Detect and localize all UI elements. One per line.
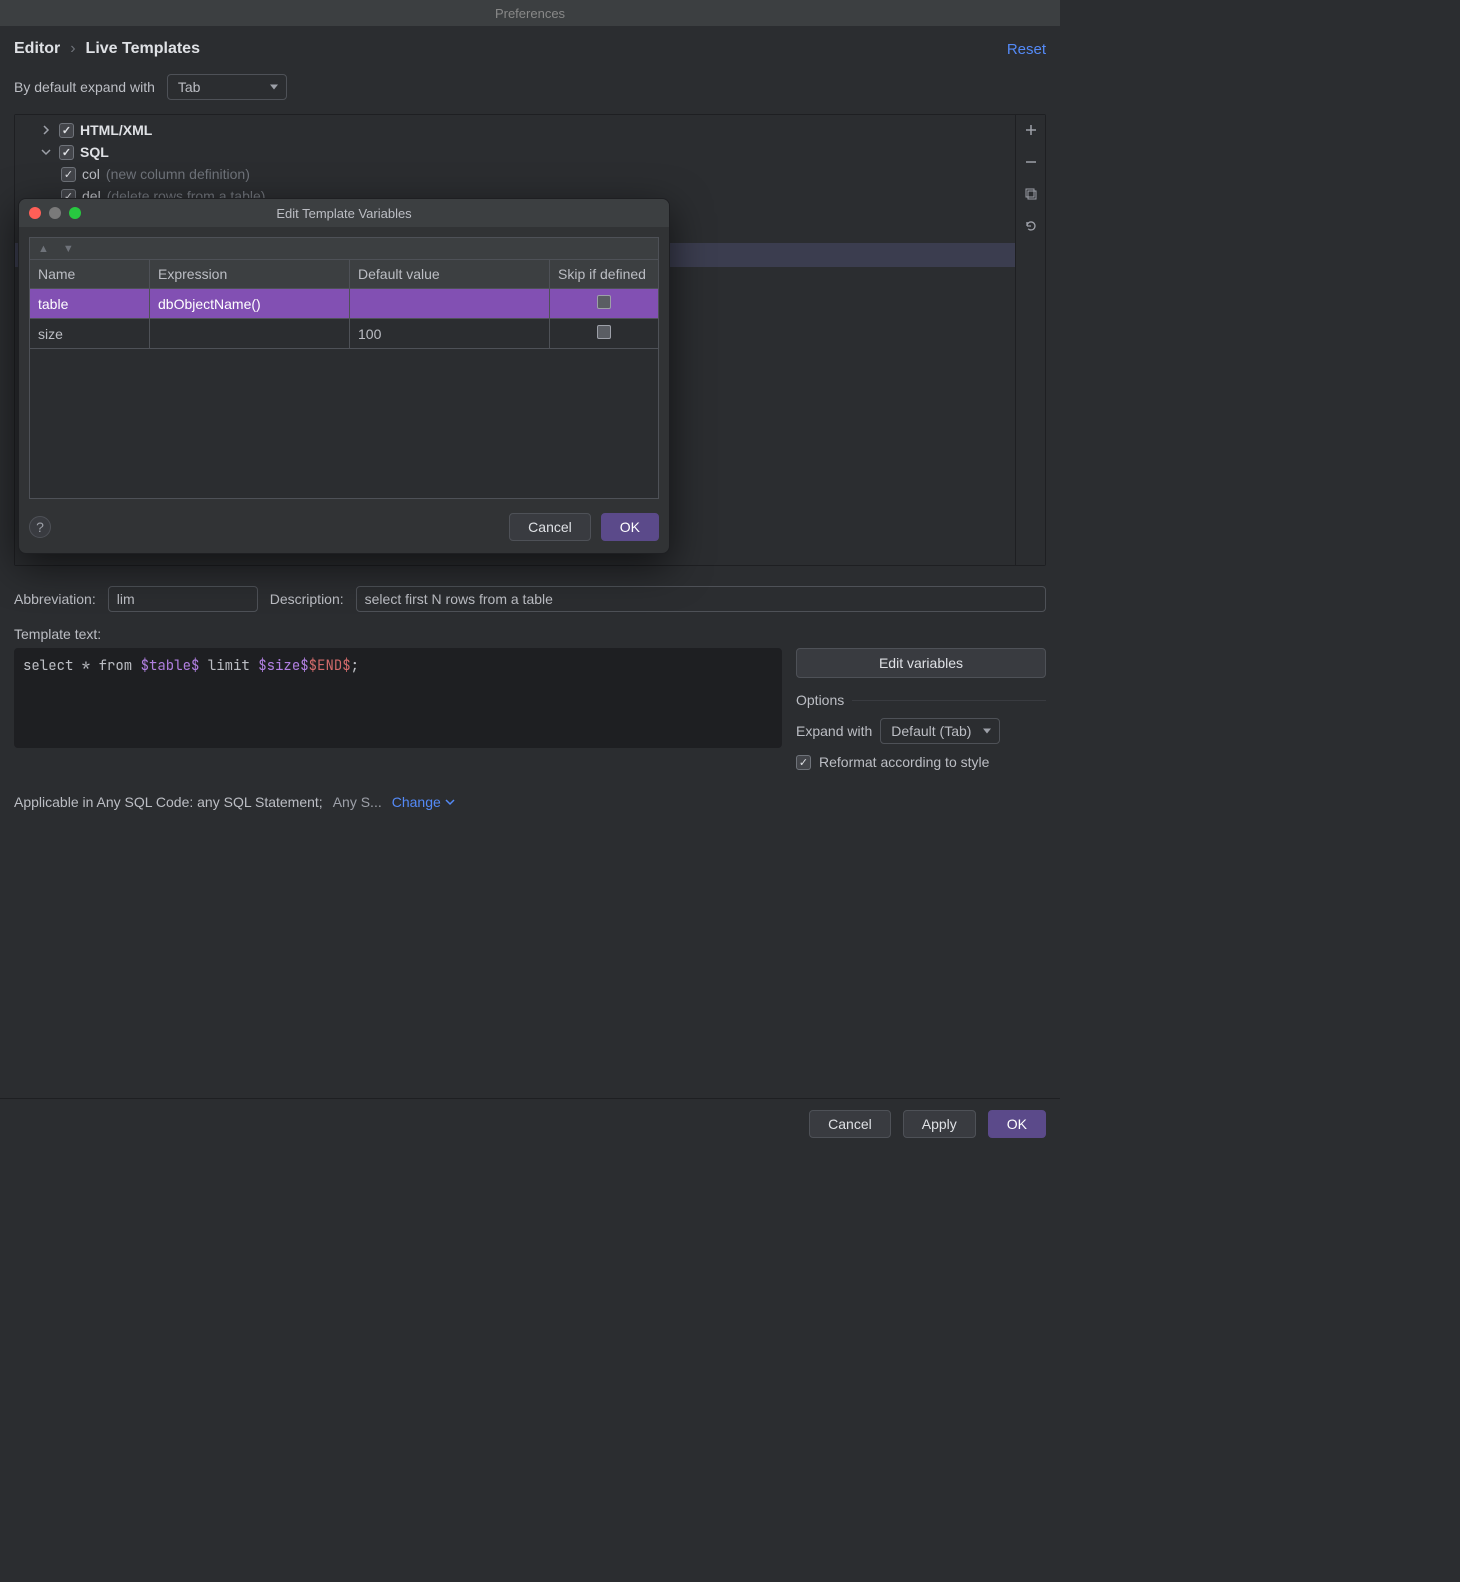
change-label: Change: [392, 794, 441, 810]
edit-variables-button[interactable]: Edit variables: [796, 648, 1046, 678]
abbreviation-label: Abbreviation:: [14, 591, 96, 607]
table-empty-area: [29, 349, 659, 499]
expand-with-opt-label: Expand with: [796, 723, 872, 739]
chevron-down-icon: [445, 797, 455, 807]
checkbox-html-group[interactable]: [59, 123, 74, 138]
description-value: select first N rows from a table: [365, 591, 553, 607]
breadcrumb-editor[interactable]: Editor: [14, 40, 60, 58]
vars-reorder-toolbar: ▲ ▼: [29, 237, 659, 259]
cancel-button[interactable]: Cancel: [809, 1110, 891, 1138]
modal-title-bar[interactable]: Edit Template Variables: [19, 199, 669, 227]
modal-title: Edit Template Variables: [19, 206, 669, 221]
expand-with-option-select[interactable]: Default (Tab): [880, 718, 1000, 744]
chevron-right-icon: ›: [70, 40, 75, 58]
minimize-window-icon[interactable]: [49, 207, 61, 219]
options-title-text: Options: [796, 692, 844, 708]
tree-item-col[interactable]: col (new column definition): [15, 163, 1015, 185]
close-window-icon[interactable]: [29, 207, 41, 219]
abbreviation-value: lim: [117, 591, 135, 607]
tree-group-html[interactable]: HTML/XML: [15, 119, 1015, 141]
expand-with-select[interactable]: Tab: [167, 74, 287, 100]
reformat-label: Reformat according to style: [819, 754, 989, 770]
chevron-down-icon: [39, 145, 53, 159]
zoom-window-icon[interactable]: [69, 207, 81, 219]
remove-template-button[interactable]: [1022, 153, 1040, 171]
options-title: Options: [796, 692, 1046, 708]
tt-pre: select * from: [23, 657, 141, 675]
template-text-label: Template text:: [14, 626, 1046, 642]
reformat-checkbox[interactable]: [796, 755, 811, 770]
skip-checkbox[interactable]: [597, 325, 611, 339]
tree-group-sql[interactable]: SQL: [15, 141, 1015, 163]
reset-link[interactable]: Reset: [1007, 41, 1046, 58]
breadcrumb-live-templates: Live Templates: [86, 40, 200, 58]
template-text-editor[interactable]: select * from $table$ limit $size$$END$;: [14, 648, 782, 748]
edit-template-variables-dialog: Edit Template Variables ▲ ▼ Name Express…: [18, 198, 670, 554]
copy-template-button[interactable]: [1022, 185, 1040, 203]
applicable-more: Any S...: [333, 794, 382, 810]
checkbox-col[interactable]: [61, 167, 76, 182]
apply-button[interactable]: Apply: [903, 1110, 976, 1138]
table-row[interactable]: table dbObjectName(): [30, 289, 659, 319]
ok-button[interactable]: OK: [988, 1110, 1046, 1138]
table-row[interactable]: size 100: [30, 319, 659, 349]
add-template-button[interactable]: [1022, 121, 1040, 139]
breadcrumb: Editor › Live Templates: [14, 40, 200, 58]
tree-side-toolbar: [1015, 115, 1045, 565]
cell-skip[interactable]: [550, 289, 659, 319]
chevron-right-icon: [39, 123, 53, 137]
cell-name[interactable]: size: [30, 319, 150, 349]
tt-end: $END$: [309, 657, 351, 675]
tree-item-desc: (new column definition): [106, 166, 250, 182]
move-up-icon[interactable]: ▲: [38, 243, 49, 255]
tree-group-label: HTML/XML: [80, 122, 152, 138]
window-title: Preferences: [495, 6, 565, 21]
revert-template-button[interactable]: [1022, 217, 1040, 235]
tt-var2: $size$: [258, 657, 308, 675]
cell-expression[interactable]: dbObjectName(): [150, 289, 350, 319]
applicable-prefix: Applicable in Any SQL Code: any SQL Stat…: [14, 794, 323, 810]
modal-ok-button[interactable]: OK: [601, 513, 659, 541]
cell-expression[interactable]: [150, 319, 350, 349]
description-input[interactable]: select first N rows from a table: [356, 586, 1046, 612]
window-title-bar: Preferences: [0, 0, 1060, 26]
help-button[interactable]: ?: [29, 516, 51, 538]
table-header-row: Name Expression Default value Skip if de…: [30, 260, 659, 289]
skip-checkbox[interactable]: [597, 295, 611, 309]
abbreviation-input[interactable]: lim: [108, 586, 258, 612]
move-down-icon[interactable]: ▼: [63, 243, 74, 255]
change-applicability-link[interactable]: Change: [392, 794, 455, 810]
cell-skip[interactable]: [550, 319, 659, 349]
tree-item-abbr: col: [82, 166, 100, 182]
expand-with-opt-value: Default (Tab): [891, 723, 971, 739]
cell-default[interactable]: 100: [350, 319, 550, 349]
modal-cancel-button[interactable]: Cancel: [509, 513, 591, 541]
expand-with-value: Tab: [178, 79, 201, 95]
tt-mid: limit: [199, 657, 258, 675]
col-default[interactable]: Default value: [350, 260, 550, 289]
col-expression[interactable]: Expression: [150, 260, 350, 289]
tt-var1: $table$: [141, 657, 200, 675]
col-skip[interactable]: Skip if defined: [550, 260, 659, 289]
variables-table[interactable]: Name Expression Default value Skip if de…: [29, 259, 659, 349]
description-label: Description:: [270, 591, 344, 607]
expand-with-label: By default expand with: [14, 79, 155, 95]
col-name[interactable]: Name: [30, 260, 150, 289]
tree-group-label: SQL: [80, 144, 109, 160]
tt-semi: ;: [351, 657, 359, 675]
cell-name[interactable]: table: [30, 289, 150, 319]
checkbox-sql-group[interactable]: [59, 145, 74, 160]
cell-default[interactable]: [350, 289, 550, 319]
window-traffic-lights: [29, 207, 81, 219]
dialog-bottom-bar: Cancel Apply OK: [0, 1098, 1060, 1148]
